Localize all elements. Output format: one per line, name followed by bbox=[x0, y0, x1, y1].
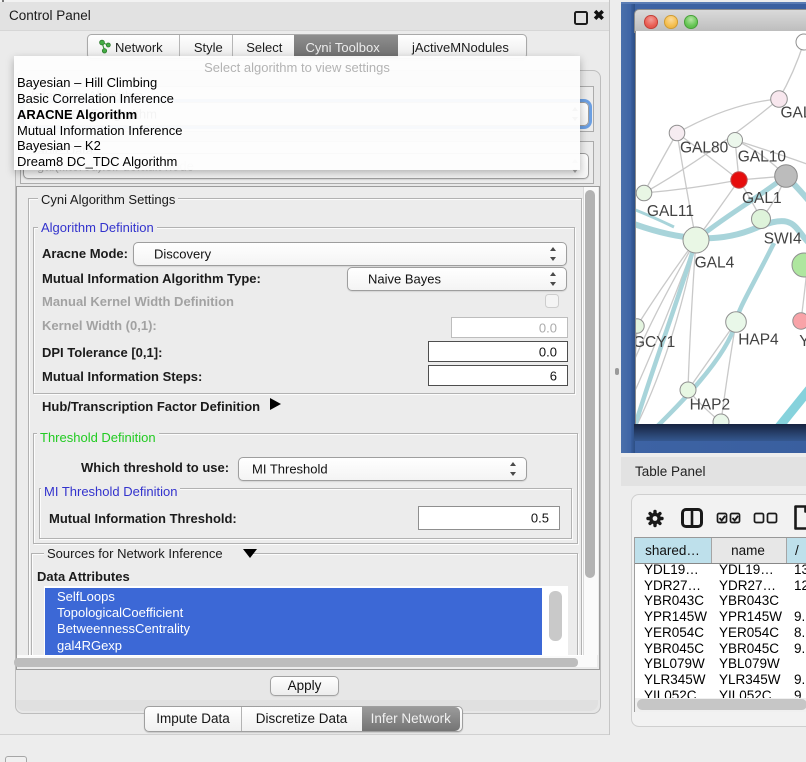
svg-text:GAL7: GAL7 bbox=[781, 105, 806, 122]
svg-text:GAL1: GAL1 bbox=[742, 190, 782, 207]
svg-text:GCY1: GCY1 bbox=[636, 334, 675, 351]
svg-text:HAP2: HAP2 bbox=[690, 397, 731, 414]
svg-text:Y: Y bbox=[799, 333, 806, 350]
svg-text:GAL11: GAL11 bbox=[647, 203, 694, 220]
svg-text:GAL10: GAL10 bbox=[738, 148, 787, 165]
svg-text:HAP4: HAP4 bbox=[738, 332, 779, 349]
svg-text:GAL80: GAL80 bbox=[680, 140, 729, 157]
svg-text:SWI4: SWI4 bbox=[764, 231, 802, 248]
svg-text:GAL4: GAL4 bbox=[695, 254, 735, 271]
